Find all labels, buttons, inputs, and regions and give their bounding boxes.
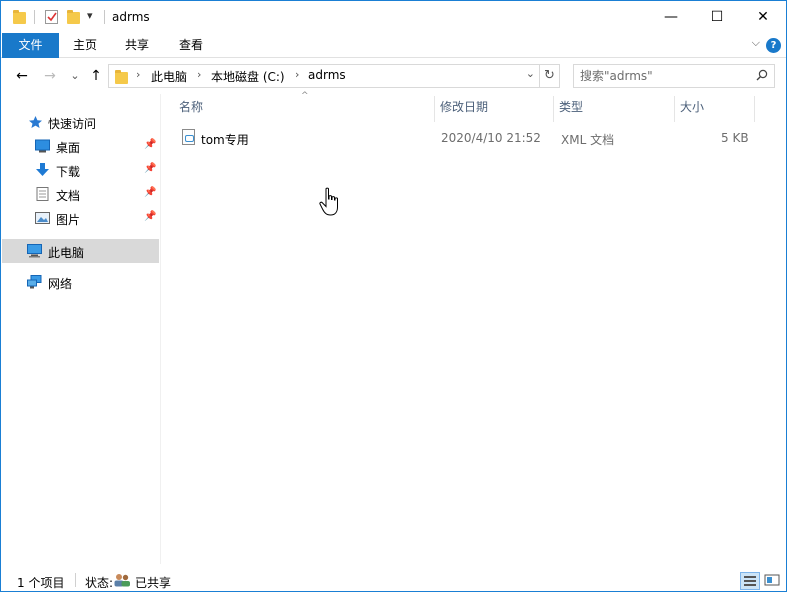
column-divider[interactable] [674,96,675,122]
status-value: 已共享 [135,576,172,590]
tab-share[interactable]: 共享 [115,33,159,58]
details-view-icon [744,576,756,586]
search-box[interactable] [573,64,775,88]
navigation-pane: 快速访问 桌面 📌 下载 📌 文档 📌 图片 📌 此电脑 网络 [2,94,161,564]
pin-icon[interactable]: 📌 [144,187,156,198]
details-view-button[interactable] [740,572,760,590]
address-dropdown-icon[interactable]: ⌄ [526,67,535,80]
column-divider[interactable] [553,96,554,122]
folder-icon [13,10,26,24]
new-folder-icon[interactable] [67,10,80,24]
hand-cursor-icon [319,187,338,216]
table-row[interactable]: tom专用 2020/4/10 21:52 XML 文档 5 KB [176,127,766,149]
file-size: 5 KB [721,131,749,145]
navigation-bar: ← → ⌄ ↑ › 此电脑 › 本地磁盘 (C:) › adrms ⌄ ↻ [1,58,786,94]
status-label: 状态: [85,576,114,590]
sort-ascending-icon: ^ [301,91,309,101]
file-type: XML 文档 [561,133,615,147]
quick-access-dropdown-icon[interactable]: ▾ [87,9,93,22]
explorer-window: ▾ adrms — ☐ ✕ 文件 主页 共享 查看 ⌵ ? ← → ⌄ ↑ › … [0,0,787,592]
nav-item-downloads[interactable]: 下载 📌 [2,159,159,181]
file-date: 2020/4/10 21:52 [441,131,541,145]
breadcrumb-this-pc[interactable]: 此电脑 [151,68,187,85]
column-header-type[interactable]: 类型 [559,98,583,120]
file-name: tom专用 [201,133,249,147]
divider [34,10,35,24]
maximize-button[interactable]: ☐ [694,1,740,33]
nav-label: 下载 [56,165,81,179]
breadcrumb-separator[interactable]: › [295,68,299,81]
breadcrumb-adrms[interactable]: adrms [308,68,346,82]
nav-label: 网络 [48,277,73,291]
up-button[interactable]: ↑ [86,66,106,86]
status-bar: 1 个项目 状态: 已共享 [1,569,786,591]
nav-item-network[interactable]: 网络 [2,271,159,293]
column-header-name[interactable]: 名称 [179,98,203,120]
window-title: adrms [112,10,150,24]
network-icon [27,275,42,289]
file-list: ^ 名称 修改日期 类型 大小 tom专用 2020/4/10 21:52 XM… [162,91,786,564]
address-bar[interactable]: › 此电脑 › 本地磁盘 (C:) › adrms ⌄ ↻ [108,64,560,88]
desktop-icon [35,139,50,153]
nav-label: 此电脑 [48,246,85,260]
download-icon [36,163,49,176]
forward-button[interactable]: → [40,66,60,86]
properties-icon[interactable] [45,10,58,24]
recent-locations-button[interactable]: ⌄ [65,66,85,86]
divider [104,10,105,24]
tab-view[interactable]: 查看 [169,33,213,58]
column-divider[interactable] [434,96,435,122]
breadcrumb-local-disk[interactable]: 本地磁盘 (C:) [211,68,285,85]
nav-item-this-pc[interactable]: 此电脑 [2,239,159,263]
nav-label: 桌面 [56,141,81,155]
divider [75,573,76,587]
pictures-icon [35,212,50,224]
pin-icon[interactable]: 📌 [144,211,156,222]
back-button[interactable]: ← [12,66,32,86]
nav-quick-access[interactable]: 快速访问 [2,111,159,133]
ribbon-expand-icon[interactable]: ⌵ [752,36,760,50]
tab-home[interactable]: 主页 [63,33,107,58]
shared-users-icon [114,574,130,587]
folder-icon [115,70,128,84]
star-icon [29,116,42,128]
large-icons-view-icon [764,574,780,586]
nav-label: 图片 [56,213,81,227]
tab-file[interactable]: 文件 [2,33,59,58]
item-count: 1 个项目 [17,576,65,590]
pin-icon[interactable]: 📌 [144,163,156,174]
documents-icon [36,187,49,201]
column-header-date[interactable]: 修改日期 [440,98,488,120]
close-button[interactable]: ✕ [740,1,786,33]
minimize-button[interactable]: — [648,1,694,33]
large-icons-view-button[interactable] [763,572,783,590]
search-input[interactable] [580,68,750,84]
ribbon: 文件 主页 共享 查看 ⌵ ? [1,33,786,58]
computer-icon [27,244,42,258]
search-icon[interactable] [756,69,768,81]
title-bar: ▾ adrms — ☐ ✕ [1,1,786,33]
column-divider[interactable] [754,96,755,122]
nav-label: 文档 [56,189,81,203]
help-icon[interactable]: ? [766,38,781,53]
xml-file-icon [182,129,195,145]
nav-item-desktop[interactable]: 桌面 📌 [2,135,159,157]
column-header-size[interactable]: 大小 [680,98,704,120]
breadcrumb-separator[interactable]: › [197,68,201,81]
breadcrumb-separator[interactable]: › [136,68,140,81]
nav-item-documents[interactable]: 文档 📌 [2,183,159,205]
nav-label: 快速访问 [48,117,97,131]
nav-item-pictures[interactable]: 图片 📌 [2,207,159,229]
refresh-button[interactable]: ↻ [539,65,559,87]
pin-icon[interactable]: 📌 [144,139,156,150]
